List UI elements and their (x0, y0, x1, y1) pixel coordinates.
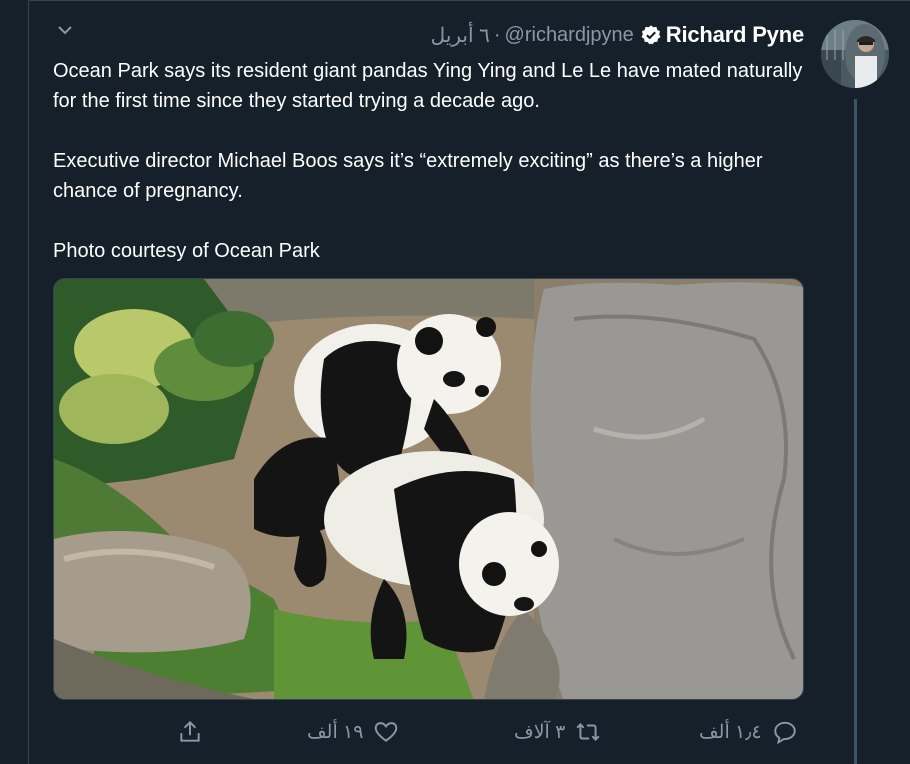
reply-count: ١٫٤ ألف (699, 721, 762, 743)
author-handle[interactable]: @richardjpyne (505, 24, 634, 47)
retweet-count: ٣ آلاف (514, 721, 566, 743)
tweet-actions: ١٩ ألف ٣ آلاف ١٫٤ ألف (29, 712, 910, 752)
thread-line (854, 99, 857, 764)
reply-icon (773, 721, 796, 745)
tweet-date[interactable]: ٦ أبريل (431, 23, 490, 48)
retweet-button[interactable]: ٣ آلاف (514, 712, 601, 752)
tweet-paragraph: Photo courtesy of Ocean Park (53, 240, 320, 262)
tweet-header: ٦ أبريل · @richardjpyne Richard Pyne (431, 22, 805, 48)
tweet[interactable]: ٦ أبريل · @richardjpyne Richard Pyne Oce… (28, 0, 910, 764)
share-button[interactable] (177, 712, 203, 752)
heart-icon (375, 722, 398, 742)
tweet-photo[interactable] (53, 278, 804, 700)
chevron-down-icon[interactable] (55, 20, 75, 40)
tweet-paragraph: Executive director Michael Boos says it’… (53, 150, 763, 202)
like-button[interactable]: ١٩ ألف (307, 712, 399, 752)
panda-photo (54, 279, 803, 699)
verified-badge-icon (641, 25, 661, 45)
reply-button[interactable]: ١٫٤ ألف (699, 712, 798, 752)
share-icon (180, 720, 200, 742)
retweet-icon (576, 723, 600, 741)
like-count: ١٩ ألف (307, 721, 364, 743)
header-separator: · (493, 23, 501, 46)
avatar-image (821, 20, 889, 88)
tweet-paragraph: Ocean Park says its resident giant panda… (53, 60, 803, 112)
avatar[interactable] (821, 20, 889, 88)
author-display-name[interactable]: Richard Pyne (666, 22, 804, 48)
top-divider (28, 0, 910, 7)
tweet-text: Ocean Park says its resident giant panda… (53, 56, 813, 296)
